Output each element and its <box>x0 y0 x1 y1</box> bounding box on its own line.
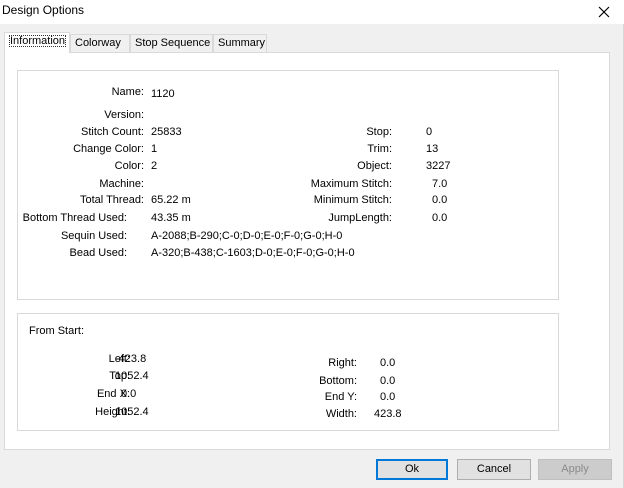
tab-summary[interactable]: Summary <box>213 34 267 53</box>
from-start-group: From Start: Left: -423.8 Top: 1052.4 End… <box>17 313 559 431</box>
end-y-value: 0.0 <box>380 391 396 403</box>
bottom-thread-label: Bottom Thread Used: <box>22 212 127 224</box>
total-thread-value: 65.22 m <box>151 194 191 206</box>
bottom-value: 0.0 <box>380 375 396 387</box>
cancel-button[interactable]: Cancel <box>457 459 531 480</box>
name-label: Name: <box>111 86 144 98</box>
title-bar: Design Options <box>0 0 624 24</box>
tab-stop-sequence[interactable]: Stop Sequence <box>130 34 213 53</box>
stop-value: 0 <box>426 126 433 138</box>
maximum-stitch-label: Maximum Stitch: <box>310 178 392 190</box>
stitch-count-label: Stitch Count: <box>81 126 144 138</box>
top-value: 1052.4 <box>115 370 149 382</box>
change-color-label: Change Color: <box>73 143 144 155</box>
stop-label: Stop: <box>366 126 392 138</box>
right-label: Right: <box>328 357 357 369</box>
tab-summary-label: Summary <box>218 37 266 49</box>
bottom-label: Bottom: <box>319 375 357 387</box>
apply-button[interactable]: Apply <box>538 459 612 480</box>
right-value: 0.0 <box>380 357 396 369</box>
name-value: 1120 <box>151 88 175 100</box>
change-color-value: 1 <box>151 143 158 155</box>
tab-colorway-label: Colorway <box>75 37 121 49</box>
trim-value: 13 <box>426 143 439 155</box>
tab-information-label: Information <box>9 35 67 47</box>
total-thread-label: Total Thread: <box>79 194 144 206</box>
version-label: Version: <box>104 109 144 121</box>
minimum-stitch-label: Minimum Stitch: <box>313 194 392 206</box>
bead-used-value: A-320;B-438;C-1603;D-0;E-0;F-0;G-0;H-0 <box>151 247 355 259</box>
close-button[interactable] <box>584 0 624 24</box>
object-label: Object: <box>357 160 392 172</box>
bottom-thread-value: 43.35 m <box>151 212 191 224</box>
design-info-group: Name: 1120 Version: Stitch Count: 25833 … <box>17 70 559 300</box>
jump-length-value: 0.0 <box>432 212 448 224</box>
sequin-used-value: A-2088;B-290;C-0;D-0;E-0;F-0;G-0;H-0 <box>151 230 343 242</box>
end-x-value: 0.0 <box>121 388 137 400</box>
end-y-label: End Y: <box>324 391 357 403</box>
maximum-stitch-value: 7.0 <box>432 178 448 190</box>
minimum-stitch-value: 0.0 <box>432 194 448 206</box>
width-label: Width: <box>325 408 357 420</box>
color-label: Color: <box>114 160 144 172</box>
from-start-heading: From Start: <box>29 325 85 337</box>
width-value: 423.8 <box>374 408 402 420</box>
ok-button[interactable]: Ok <box>376 459 448 480</box>
bead-used-label: Bead Used: <box>69 247 127 259</box>
left-value: -423.8 <box>115 353 147 365</box>
design-options-dialog: Design Options Information Colorway Stop… <box>0 0 624 488</box>
sequin-used-label: Sequin Used: <box>60 230 127 242</box>
trim-label: Trim: <box>367 143 392 155</box>
tab-colorway[interactable]: Colorway <box>70 34 130 53</box>
jump-length-label: JumpLength: <box>328 212 392 224</box>
machine-label: Machine: <box>99 178 144 190</box>
tab-stop-sequence-label: Stop Sequence <box>135 37 211 49</box>
tab-strip: Information Colorway Stop Sequence Summa… <box>4 32 624 53</box>
stitch-count-value: 25833 <box>151 126 182 138</box>
close-icon <box>598 6 610 18</box>
color-value: 2 <box>151 160 158 172</box>
height-value: 1052.4 <box>115 406 149 418</box>
window-title: Design Options <box>2 3 85 17</box>
tab-information[interactable]: Information <box>4 32 70 53</box>
object-value: 3227 <box>426 160 451 172</box>
